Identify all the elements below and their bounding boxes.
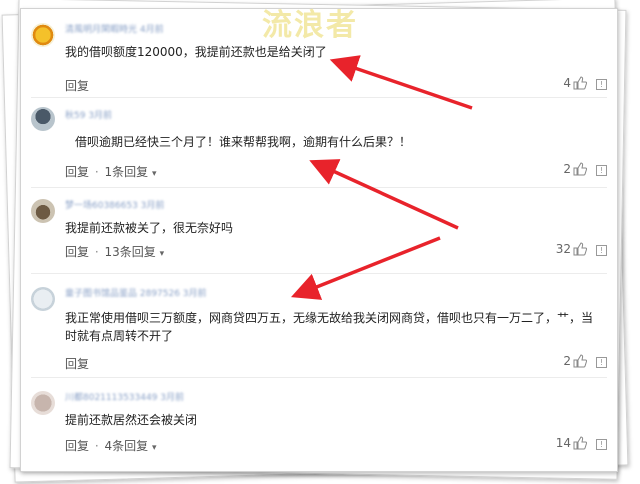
thumbs-up-icon[interactable] <box>573 162 587 176</box>
thumbs-up-icon[interactable] <box>573 242 587 256</box>
like-count: 2 <box>563 162 571 176</box>
thumbs-up-icon[interactable] <box>573 76 587 90</box>
avatar[interactable] <box>31 287 55 311</box>
reply-count-link[interactable]: 1条回复 <box>105 165 149 179</box>
reply-count-link[interactable]: 4条回复 <box>105 439 149 453</box>
like-area[interactable]: 4 <box>563 76 587 90</box>
reply-button[interactable]: 回复 <box>65 79 89 93</box>
like-area[interactable]: 14 <box>556 436 587 450</box>
report-icon[interactable]: ! <box>596 245 607 256</box>
comment-actions: 回复 · 4条回复 ▾ <box>65 437 157 454</box>
comment-text: 我正常使用借呗三万额度，网商贷四万五，无缘无故给我关闭网商贷，借呗也只有一万二了… <box>65 311 594 343</box>
chevron-down-icon[interactable]: ▾ <box>152 443 157 453</box>
like-area[interactable]: 2 <box>563 162 587 176</box>
avatar[interactable] <box>31 107 55 131</box>
reply-count-link[interactable]: 13条回复 <box>105 245 156 259</box>
avatar[interactable] <box>31 23 55 47</box>
like-area[interactable]: 2 <box>563 354 587 368</box>
thumbs-up-icon[interactable] <box>573 354 587 368</box>
like-count: 32 <box>555 242 571 256</box>
report-icon[interactable]: ! <box>596 165 607 176</box>
like-count: 4 <box>563 76 571 90</box>
chevron-down-icon[interactable]: ▾ <box>160 249 165 259</box>
avatar[interactable] <box>31 391 55 415</box>
reply-button[interactable]: 回复 <box>65 245 89 259</box>
report-icon[interactable]: ! <box>596 357 607 368</box>
comment-text: 我提前还款被关了，很无奈好吗 <box>65 221 234 235</box>
report-icon[interactable]: ! <box>596 439 607 450</box>
comment-nickname[interactable]: 秋59 3月前 <box>65 111 112 121</box>
comment-text: 我的借呗额度120000，我提前还款也是给关闭了 <box>65 45 327 59</box>
separator-dot: · <box>94 165 99 179</box>
comment-nickname[interactable]: 川都8021113533449 3月前 <box>65 393 184 403</box>
comment-panel: 清風明月閑暇時光 4月前 我的借呗额度120000，我提前还款也是给关闭了 回复… <box>20 8 618 472</box>
like-area[interactable]: 32 <box>556 242 587 256</box>
reply-button[interactable]: 回复 <box>65 357 89 371</box>
comment-actions: 回复 <box>65 355 89 372</box>
chevron-down-icon[interactable]: ▾ <box>152 169 157 179</box>
divider <box>31 273 607 274</box>
comment-nickname[interactable]: 梦一场60386653 3月前 <box>65 201 164 211</box>
reply-button[interactable]: 回复 <box>65 165 89 179</box>
comment-text: 提前还款居然还会被关闭 <box>65 413 198 427</box>
comment-actions: 回复 · 13条回复 ▾ <box>65 243 164 260</box>
separator-dot: · <box>94 439 99 453</box>
report-icon[interactable]: ! <box>596 79 607 90</box>
avatar[interactable] <box>31 199 55 223</box>
thumbs-up-icon[interactable] <box>573 436 587 450</box>
divider <box>31 187 607 188</box>
comment-text: 借呗逾期已经快三个月了！谁来帮帮我啊，逾期有什么后果？！ <box>75 135 412 149</box>
like-count: 2 <box>563 354 571 368</box>
watermark: 流浪者 <box>262 8 358 43</box>
divider <box>31 377 607 378</box>
comment-nickname[interactable]: 清風明月閑暇時光 4月前 <box>65 25 164 35</box>
like-count: 14 <box>555 436 571 450</box>
comment-actions: 回复 <box>65 77 89 94</box>
separator-dot: · <box>94 245 99 259</box>
reply-button[interactable]: 回复 <box>65 439 89 453</box>
divider <box>31 97 607 98</box>
comment-nickname[interactable]: 童子图书馆品鉴品 2897526 3月前 <box>65 289 207 299</box>
comment-actions: 回复 · 1条回复 ▾ <box>65 163 157 180</box>
